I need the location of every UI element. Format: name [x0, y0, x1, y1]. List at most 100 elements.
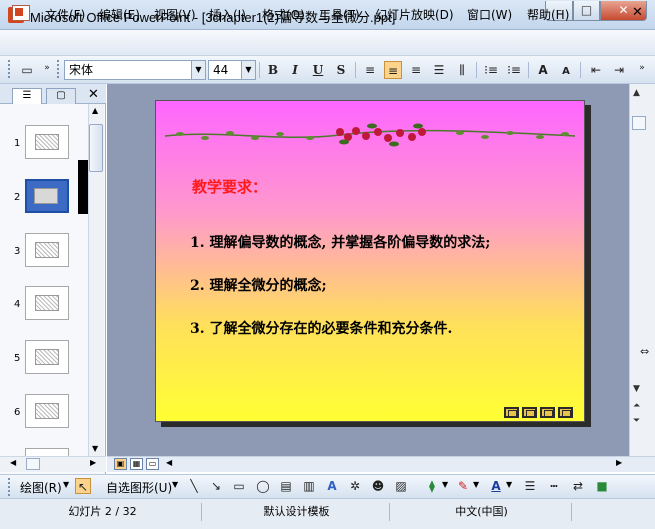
- font-size-select[interactable]: 44 ▼: [208, 60, 256, 80]
- document-close-icon[interactable]: ✕: [632, 5, 643, 20]
- toolbar-options-icon[interactable]: »: [38, 59, 56, 77]
- chevron-down-icon[interactable]: ▼: [172, 480, 178, 489]
- font-color-icon[interactable]: A: [488, 478, 504, 494]
- arrow-tool-icon[interactable]: ↘: [208, 478, 224, 494]
- nav-next-icon[interactable]: [540, 407, 555, 418]
- nav-prev-icon[interactable]: [522, 407, 537, 418]
- underline-button[interactable]: U: [309, 61, 327, 79]
- insert-picture-icon[interactable]: ▨: [393, 478, 409, 494]
- slide-number: 2: [14, 192, 21, 203]
- slide-thumbnail[interactable]: [25, 340, 69, 374]
- toolbar-grip-icon[interactable]: [8, 60, 12, 78]
- slide-sorter-view-icon[interactable]: ▦: [130, 458, 143, 470]
- menu-view[interactable]: 视图(V): [154, 6, 196, 23]
- slide-thumbnail[interactable]: [25, 286, 69, 320]
- oval-tool-icon[interactable]: ◯: [255, 478, 271, 494]
- new-slide-icon[interactable]: ▭: [18, 61, 36, 79]
- scroll-right-icon[interactable]: ▶: [90, 458, 96, 467]
- slides-scroll-thumb[interactable]: [89, 124, 103, 172]
- slide-thumbnail[interactable]: [25, 233, 69, 267]
- rectangle-tool-icon[interactable]: ▭: [231, 478, 247, 494]
- numbering-icon[interactable]: ⁝≡: [482, 61, 500, 79]
- wordart-icon[interactable]: A: [324, 478, 340, 494]
- increase-font-icon[interactable]: A: [534, 61, 552, 79]
- slide-thumbnail[interactable]: [25, 394, 69, 428]
- slide-thumbnail[interactable]: [25, 125, 69, 159]
- nav-first-icon[interactable]: [504, 407, 519, 418]
- select-pointer-icon[interactable]: ↖: [75, 478, 91, 494]
- nav-last-icon[interactable]: [558, 407, 573, 418]
- menu-edit[interactable]: 编辑(E): [99, 6, 140, 23]
- hscroll-thumb[interactable]: [26, 458, 40, 470]
- chevron-down-icon[interactable]: ▼: [442, 480, 448, 489]
- chevron-down-icon[interactable]: ▼: [241, 61, 255, 79]
- autoshapes-button[interactable]: 自选图形(U): [106, 479, 172, 496]
- line-tool-icon[interactable]: ╲: [186, 478, 202, 494]
- fill-color-icon[interactable]: ⧫: [424, 478, 440, 494]
- bold-button[interactable]: B: [264, 61, 282, 79]
- diagram-icon[interactable]: ✲: [347, 478, 363, 494]
- textbox-tool-icon[interactable]: ▤: [278, 478, 294, 494]
- slide-thumbnail[interactable]: [25, 448, 69, 456]
- scroll-down-icon[interactable]: ▼: [92, 444, 98, 453]
- line-color-icon[interactable]: ✎: [455, 478, 471, 494]
- align-right-icon[interactable]: ≡: [407, 61, 425, 79]
- arrow-style-icon[interactable]: ⇄: [570, 478, 586, 494]
- line-style-icon[interactable]: ☰: [522, 478, 538, 494]
- slideshow-view-icon[interactable]: ▭: [146, 458, 159, 470]
- chevron-down-icon[interactable]: ▼: [473, 480, 479, 489]
- scroll-left-icon[interactable]: ◀: [10, 458, 16, 467]
- menu-file[interactable]: 文件(F): [45, 6, 85, 23]
- menu-window[interactable]: 窗口(W): [467, 6, 512, 23]
- slide-bullet-3[interactable]: 3. 了解全微分存在的必要条件和充分条件.: [190, 318, 452, 338]
- shadow-style-icon[interactable]: ■: [594, 478, 610, 494]
- maximize-button[interactable]: □: [573, 1, 600, 21]
- text-direction-icon[interactable]: ⫼: [453, 61, 471, 79]
- italic-button[interactable]: I: [286, 61, 304, 79]
- decrease-indent-icon[interactable]: ⇤: [587, 61, 605, 79]
- design-template: 默认设计模板: [204, 503, 390, 521]
- scroll-left-icon[interactable]: ◀: [166, 458, 172, 467]
- draw-menu-button[interactable]: 绘图(R): [20, 479, 62, 496]
- pane-close-icon[interactable]: ✕: [88, 87, 99, 102]
- toolbar-grip-icon[interactable]: [8, 478, 12, 496]
- shadow-button[interactable]: S: [332, 61, 350, 79]
- slide-number: 3: [14, 246, 21, 257]
- scroll-up-icon[interactable]: ▲: [633, 88, 640, 98]
- toolbar-options-icon[interactable]: »: [633, 59, 651, 77]
- vertical-scroll-thumb[interactable]: [632, 116, 646, 130]
- bullets-icon[interactable]: ⁝≡: [505, 61, 523, 79]
- next-slide-icon[interactable]: ⏷: [633, 416, 640, 426]
- menu-format[interactable]: 格式(O): [262, 6, 305, 23]
- normal-view-icon[interactable]: ▣: [114, 458, 127, 470]
- toolbar-grip-icon[interactable]: [57, 60, 61, 78]
- menu-help[interactable]: 帮助(H): [527, 6, 569, 23]
- dash-style-icon[interactable]: ┅: [546, 478, 562, 494]
- toolbar-separator: [259, 62, 260, 78]
- clipart-icon[interactable]: ☻: [370, 478, 386, 494]
- increase-indent-icon[interactable]: ⇥: [610, 61, 628, 79]
- chevron-down-icon[interactable]: ▼: [506, 480, 512, 489]
- menu-tools[interactable]: 工具(T): [319, 6, 360, 23]
- scroll-down-icon[interactable]: ▼: [633, 384, 640, 394]
- scroll-right-icon[interactable]: ▶: [616, 458, 622, 467]
- menu-insert[interactable]: 插入(I): [209, 6, 246, 23]
- align-center-icon[interactable]: ≡: [384, 61, 402, 79]
- chevron-down-icon[interactable]: ▼: [191, 61, 205, 79]
- slide-thumbnail-selected[interactable]: [25, 179, 69, 213]
- vertical-textbox-icon[interactable]: ▥: [301, 478, 317, 494]
- scroll-up-icon[interactable]: ▲: [92, 106, 98, 115]
- menu-slideshow[interactable]: 幻灯片放映(D): [375, 6, 454, 23]
- chevron-down-icon[interactable]: ▼: [63, 480, 69, 489]
- previous-slide-icon[interactable]: ⏶: [633, 401, 640, 411]
- decrease-font-icon[interactable]: A: [557, 63, 575, 81]
- slide-bullet-1[interactable]: 1. 理解偏导数的概念, 并掌握各阶偏导数的求法;: [190, 232, 490, 252]
- align-left-icon[interactable]: ≡: [361, 61, 379, 79]
- document-icon[interactable]: [12, 5, 30, 21]
- outline-tab-icon[interactable]: ☰: [12, 88, 42, 104]
- distributed-icon[interactable]: ☰: [430, 61, 448, 79]
- slide-heading[interactable]: 教学要求：: [192, 176, 267, 197]
- slides-tab-icon[interactable]: ▢: [46, 88, 76, 104]
- font-name-select[interactable]: 宋体 ▼: [64, 60, 206, 80]
- slide-bullet-2[interactable]: 2. 理解全微分的概念;: [190, 275, 327, 295]
